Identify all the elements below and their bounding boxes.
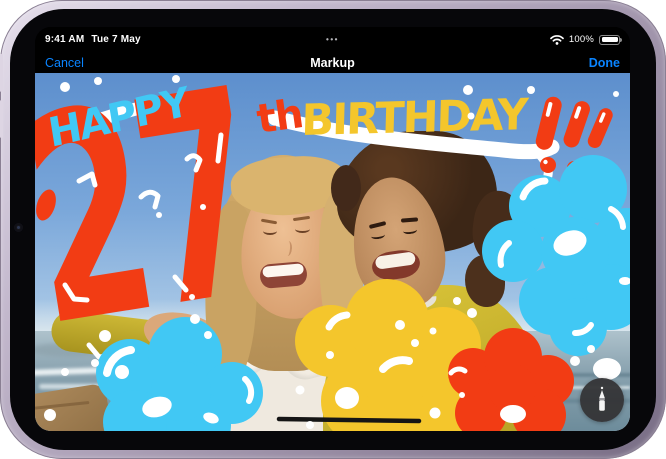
doodle-layer: 27 HAPPY bbox=[35, 73, 630, 431]
battery-percent: 100% bbox=[569, 34, 594, 45]
ipad-screen: 9:41 AM Tue 7 May ••• 100% bbox=[35, 27, 630, 431]
battery-icon bbox=[599, 35, 620, 45]
volume-down-button[interactable] bbox=[0, 100, 3, 138]
status-date: Tue 7 May bbox=[91, 34, 140, 45]
wifi-icon bbox=[550, 35, 564, 45]
pencil-icon bbox=[594, 386, 610, 414]
volume-up-button[interactable] bbox=[0, 54, 3, 92]
battery-tip bbox=[620, 38, 622, 42]
markup-tool-button[interactable] bbox=[580, 378, 624, 422]
cancel-button[interactable]: Cancel bbox=[45, 56, 84, 70]
status-time: 9:41 AM bbox=[45, 34, 84, 45]
status-left: 9:41 AM Tue 7 May bbox=[45, 34, 141, 45]
battery-fill bbox=[602, 37, 618, 42]
doodle-flower-blue-right bbox=[482, 155, 630, 356]
multitask-indicator[interactable]: ••• bbox=[326, 27, 339, 52]
status-bar: 9:41 AM Tue 7 May ••• 100% bbox=[35, 27, 630, 52]
svg-text:th: th bbox=[254, 91, 306, 143]
svg-text:BIRTHDAY: BIRTHDAY bbox=[301, 90, 530, 146]
toolbar-title: Markup bbox=[310, 56, 354, 70]
front-camera-icon bbox=[14, 223, 23, 232]
screenshot-stage: 9:41 AM Tue 7 May ••• 100% bbox=[0, 0, 666, 459]
doodle-ordinal-th: th bbox=[254, 91, 306, 143]
done-button[interactable]: Done bbox=[589, 56, 620, 70]
ipad-device-frame: 9:41 AM Tue 7 May ••• 100% bbox=[0, 0, 666, 459]
markup-canvas[interactable]: 27 HAPPY bbox=[35, 73, 630, 431]
camera-lens bbox=[17, 226, 20, 229]
black-marker-line bbox=[279, 419, 419, 421]
markup-toolbar: Cancel Markup Done bbox=[35, 52, 630, 73]
doodle-word-birthday: BIRTHDAY bbox=[301, 90, 530, 146]
status-right: 100% bbox=[550, 34, 620, 45]
